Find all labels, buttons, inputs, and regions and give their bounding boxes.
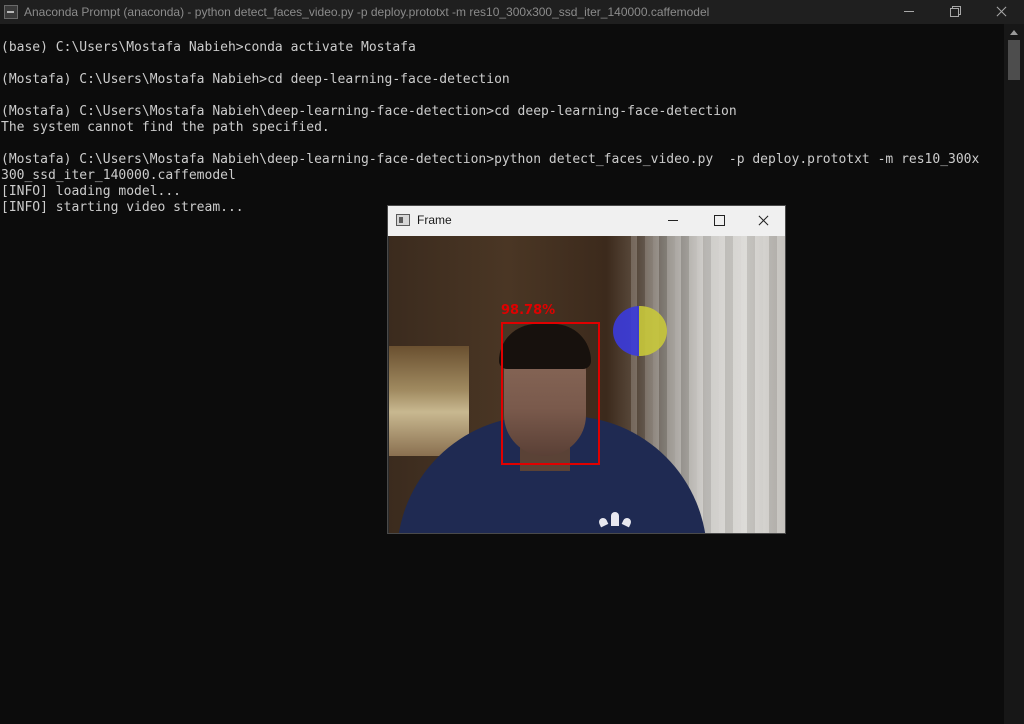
frame-close-button[interactable] [741, 206, 787, 234]
console-close-button[interactable] [978, 0, 1024, 24]
console-line: The system cannot find the path specifie… [1, 120, 330, 135]
video-background-circle [613, 306, 667, 356]
shirt-logo-icon [597, 508, 633, 528]
console-scrollbar[interactable] [1004, 24, 1024, 724]
console-line: (Mostafa) C:\Users\Mostafa Nabieh\deep-l… [1, 104, 737, 119]
console-line: 300_ssd_iter_140000.caffemodel [1, 168, 236, 183]
console-line: [INFO] loading model... [1, 184, 182, 199]
frame-maximize-button[interactable] [696, 206, 742, 234]
video-frame: 98.78% [389, 236, 785, 533]
detection-confidence-label: 98.78% [501, 303, 556, 318]
console-window-title: Anaconda Prompt (anaconda) - python dete… [24, 5, 710, 19]
frame-minimize-button[interactable] [650, 206, 696, 234]
console-line: (Mostafa) C:\Users\Mostafa Nabieh>cd dee… [1, 72, 510, 87]
scrollbar-thumb[interactable] [1008, 40, 1020, 80]
console-text: (base) C:\Users\Mostafa Nabieh>conda act… [0, 24, 1004, 216]
frame-window[interactable]: Frame 98.78% [387, 205, 786, 534]
face-detection-box [501, 322, 600, 465]
console-app-icon[interactable] [4, 5, 18, 19]
console-line: (Mostafa) C:\Users\Mostafa Nabieh\deep-l… [1, 152, 980, 167]
console-minimize-button[interactable] [886, 0, 932, 24]
frame-app-icon[interactable] [396, 214, 410, 226]
scroll-up-arrow-icon[interactable] [1004, 24, 1024, 40]
console-title-bar[interactable]: Anaconda Prompt (anaconda) - python dete… [0, 0, 1024, 24]
frame-title-bar[interactable]: Frame [388, 206, 785, 236]
console-line: (base) C:\Users\Mostafa Nabieh>conda act… [1, 40, 416, 55]
console-restore-button[interactable] [932, 0, 978, 24]
frame-window-title: Frame [417, 213, 452, 227]
